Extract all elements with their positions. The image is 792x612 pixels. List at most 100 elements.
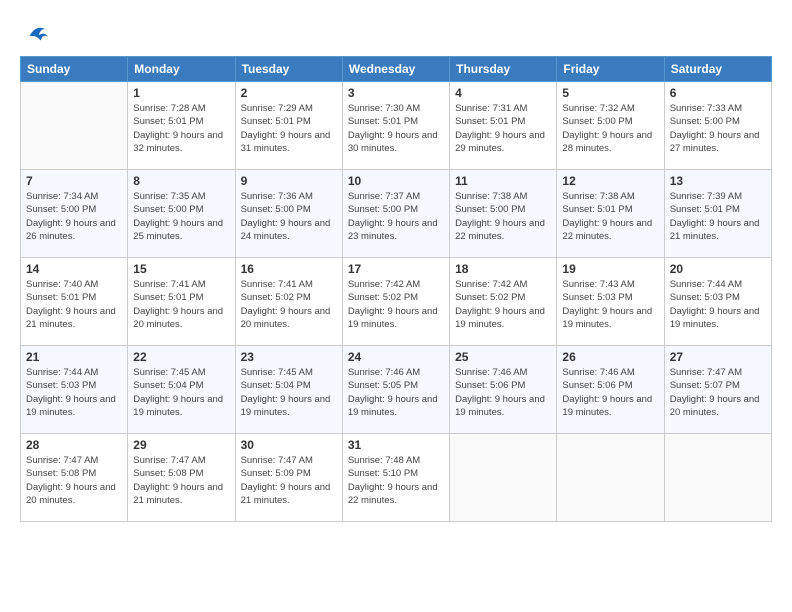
day-number: 8 [133,174,229,188]
calendar-day-24: 24 Sunrise: 7:46 AMSunset: 5:05 PMDayligh… [342,346,449,434]
day-info: Sunrise: 7:47 AMSunset: 5:07 PMDaylight:… [670,366,766,419]
day-number: 25 [455,350,551,364]
day-number: 30 [241,438,337,452]
calendar-day-10: 10 Sunrise: 7:37 AMSunset: 5:00 PMDayligh… [342,170,449,258]
day-info: Sunrise: 7:29 AMSunset: 5:01 PMDaylight:… [241,102,337,155]
day-number: 6 [670,86,766,100]
day-number: 22 [133,350,229,364]
calendar-day-9: 9Sunrise: 7:36 AMSunset: 5:00 PMDaylight… [235,170,342,258]
day-number: 16 [241,262,337,276]
day-info: Sunrise: 7:46 AMSunset: 5:06 PMDaylight:… [455,366,551,419]
day-number: 24 [348,350,444,364]
day-info: Sunrise: 7:41 AMSunset: 5:02 PMDaylight:… [241,278,337,331]
day-info: Sunrise: 7:47 AMSunset: 5:08 PMDaylight:… [133,454,229,507]
weekday-header-monday: Monday [128,57,235,82]
calendar-empty-cell [557,434,664,522]
day-number: 12 [562,174,658,188]
header [20,18,772,46]
day-info: Sunrise: 7:30 AMSunset: 5:01 PMDaylight:… [348,102,444,155]
day-number: 28 [26,438,122,452]
day-info: Sunrise: 7:32 AMSunset: 5:00 PMDaylight:… [562,102,658,155]
calendar-day-26: 26 Sunrise: 7:46 AMSunset: 5:06 PMDayligh… [557,346,664,434]
calendar-day-4: 4Sunrise: 7:31 AMSunset: 5:01 PMDaylight… [450,82,557,170]
page-container: SundayMondayTuesdayWednesdayThursdayFrid… [0,0,792,532]
calendar-day-13: 13 Sunrise: 7:39 AMSunset: 5:01 PMDayligh… [664,170,771,258]
logo [20,22,50,46]
weekday-header-saturday: Saturday [664,57,771,82]
day-number: 14 [26,262,122,276]
weekday-header-thursday: Thursday [450,57,557,82]
day-number: 2 [241,86,337,100]
day-info: Sunrise: 7:47 AMSunset: 5:09 PMDaylight:… [241,454,337,507]
day-number: 3 [348,86,444,100]
weekday-header-friday: Friday [557,57,664,82]
calendar-day-8: 8 Sunrise: 7:35 AMSunset: 5:00 PMDaylight… [128,170,235,258]
day-number: 27 [670,350,766,364]
calendar-day-29: 29 Sunrise: 7:47 AMSunset: 5:08 PMDayligh… [128,434,235,522]
day-number: 13 [670,174,766,188]
day-info: Sunrise: 7:44 AMSunset: 5:03 PMDaylight:… [670,278,766,331]
calendar-day-11: 11 Sunrise: 7:38 AMSunset: 5:00 PMDayligh… [450,170,557,258]
calendar-day-20: 20 Sunrise: 7:44 AMSunset: 5:03 PMDayligh… [664,258,771,346]
day-number: 11 [455,174,551,188]
day-info: Sunrise: 7:45 AMSunset: 5:04 PMDaylight:… [133,366,229,419]
day-info: Sunrise: 7:44 AMSunset: 5:03 PMDaylight:… [26,366,122,419]
day-number: 10 [348,174,444,188]
logo-icon [22,22,50,50]
calendar-day-28: 28Sunrise: 7:47 AMSunset: 5:08 PMDayligh… [21,434,128,522]
day-number: 1 [133,86,229,100]
weekday-header-sunday: Sunday [21,57,128,82]
calendar-day-6: 6Sunrise: 7:33 AMSunset: 5:00 PMDaylight… [664,82,771,170]
calendar-week-row: 1 Sunrise: 7:28 AMSunset: 5:01 PMDaylight… [21,82,772,170]
weekday-header-wednesday: Wednesday [342,57,449,82]
calendar-day-12: 12 Sunrise: 7:38 AMSunset: 5:01 PMDayligh… [557,170,664,258]
day-number: 5 [562,86,658,100]
day-number: 18 [455,262,551,276]
day-number: 23 [241,350,337,364]
calendar-day-23: 23Sunrise: 7:45 AMSunset: 5:04 PMDayligh… [235,346,342,434]
day-info: Sunrise: 7:41 AMSunset: 5:01 PMDaylight:… [133,278,229,331]
weekday-header-tuesday: Tuesday [235,57,342,82]
weekday-header-row: SundayMondayTuesdayWednesdayThursdayFrid… [21,57,772,82]
day-info: Sunrise: 7:46 AMSunset: 5:05 PMDaylight:… [348,366,444,419]
calendar-day-3: 3 Sunrise: 7:30 AMSunset: 5:01 PMDaylight… [342,82,449,170]
calendar-day-30: 30 Sunrise: 7:47 AMSunset: 5:09 PMDayligh… [235,434,342,522]
day-info: Sunrise: 7:37 AMSunset: 5:00 PMDaylight:… [348,190,444,243]
calendar-empty-cell [21,82,128,170]
day-info: Sunrise: 7:28 AMSunset: 5:01 PMDaylight:… [133,102,229,155]
calendar-week-row: 7 Sunrise: 7:34 AMSunset: 5:00 PMDaylight… [21,170,772,258]
day-info: Sunrise: 7:42 AMSunset: 5:02 PMDaylight:… [348,278,444,331]
calendar-week-row: 14Sunrise: 7:40 AMSunset: 5:01 PMDayligh… [21,258,772,346]
calendar-day-22: 22 Sunrise: 7:45 AMSunset: 5:04 PMDayligh… [128,346,235,434]
day-info: Sunrise: 7:39 AMSunset: 5:01 PMDaylight:… [670,190,766,243]
day-number: 21 [26,350,122,364]
calendar-day-25: 25 Sunrise: 7:46 AMSunset: 5:06 PMDayligh… [450,346,557,434]
day-number: 20 [670,262,766,276]
day-number: 15 [133,262,229,276]
day-number: 9 [241,174,337,188]
day-number: 26 [562,350,658,364]
day-info: Sunrise: 7:38 AMSunset: 5:00 PMDaylight:… [455,190,551,243]
calendar-day-2: 2 Sunrise: 7:29 AMSunset: 5:01 PMDaylight… [235,82,342,170]
day-info: Sunrise: 7:35 AMSunset: 5:00 PMDaylight:… [133,190,229,243]
calendar-day-18: 18 Sunrise: 7:42 AMSunset: 5:02 PMDayligh… [450,258,557,346]
calendar-empty-cell [450,434,557,522]
day-info: Sunrise: 7:38 AMSunset: 5:01 PMDaylight:… [562,190,658,243]
day-info: Sunrise: 7:34 AMSunset: 5:00 PMDaylight:… [26,190,122,243]
calendar-day-17: 17 Sunrise: 7:42 AMSunset: 5:02 PMDayligh… [342,258,449,346]
calendar-week-row: 21 Sunrise: 7:44 AMSunset: 5:03 PMDayligh… [21,346,772,434]
calendar-week-row: 28 Sunrise: 7:47 AMSunset: 5:08 PMDayligh… [21,434,772,522]
day-number: 29 [133,438,229,452]
calendar-day-1: 1 Sunrise: 7:28 AMSunset: 5:01 PMDaylight… [128,82,235,170]
day-number: 31 [348,438,444,452]
calendar-empty-cell [664,434,771,522]
calendar-day-14: 14Sunrise: 7:40 AMSunset: 5:01 PMDayligh… [21,258,128,346]
day-info: Sunrise: 7:46 AMSunset: 5:06 PMDaylight:… [562,366,658,419]
day-info: Sunrise: 7:42 AMSunset: 5:02 PMDaylight:… [455,278,551,331]
calendar-day-27: 27 Sunrise: 7:47 AMSunset: 5:07 PMDayligh… [664,346,771,434]
day-number: 4 [455,86,551,100]
calendar-day-21: 21 Sunrise: 7:44 AMSunset: 5:03 PMDayligh… [21,346,128,434]
day-number: 17 [348,262,444,276]
day-number: 7 [26,174,122,188]
calendar-day-31: 31Sunrise: 7:48 AMSunset: 5:10 PMDayligh… [342,434,449,522]
